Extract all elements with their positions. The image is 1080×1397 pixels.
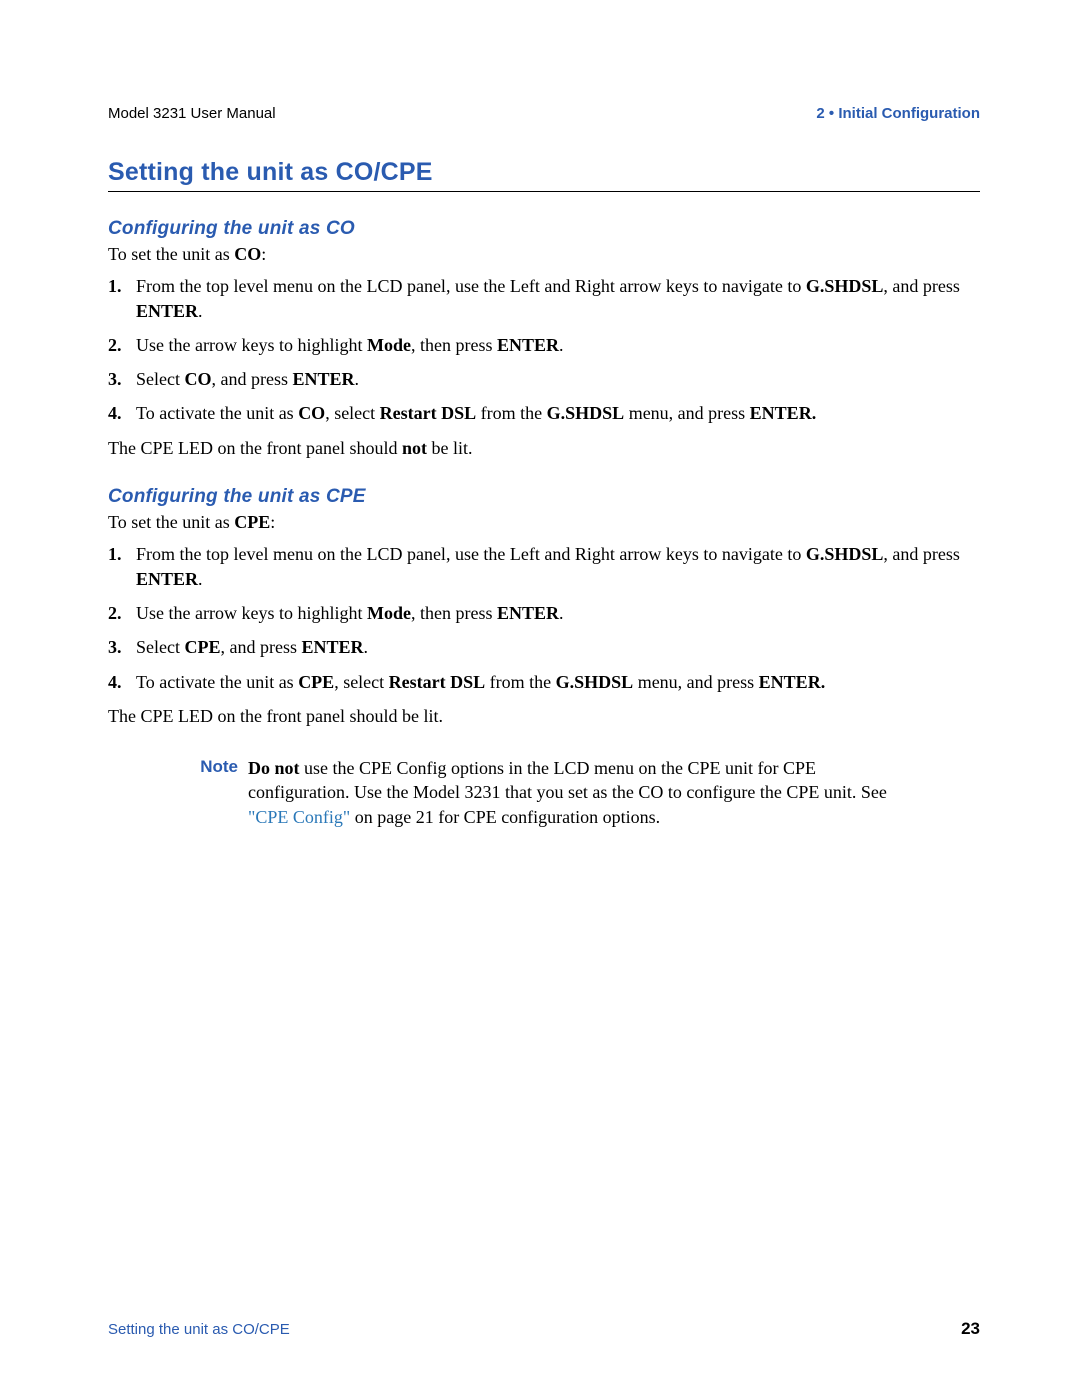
text: . [559, 335, 564, 355]
list-item: From the top level menu on the LCD panel… [108, 542, 980, 591]
text-bold: CPE [234, 512, 270, 532]
text: from the [485, 672, 555, 692]
text-bold: ENTER [292, 369, 354, 389]
header-right: 2 • Initial Configuration [816, 105, 980, 122]
footer-left: Setting the unit as CO/CPE [108, 1321, 290, 1338]
text-bold: Mode [367, 335, 411, 355]
text: To activate the unit as [136, 403, 298, 423]
text-bold: Restart DSL [389, 672, 486, 692]
list-item: Use the arrow keys to highlight Mode, th… [108, 333, 980, 357]
text-bold: CO [184, 369, 211, 389]
list-item: Select CO, and press ENTER. [108, 367, 980, 391]
text-bold: G.SHDSL [547, 403, 625, 423]
text: on page 21 for CPE configuration options… [350, 807, 660, 827]
note-label: Note [178, 756, 248, 829]
text: menu, and press [624, 403, 749, 423]
text: . [559, 603, 564, 623]
text-bold: ENTER [301, 637, 363, 657]
after-co: The CPE LED on the front panel should no… [108, 436, 980, 460]
page-number: 23 [961, 1319, 980, 1339]
text-bold: Restart DSL [380, 403, 477, 423]
text-bold: Do not [248, 758, 300, 778]
text: use the CPE Config options in the LCD me… [248, 758, 887, 802]
text: Use the arrow keys to highlight [136, 335, 367, 355]
text-bold: Mode [367, 603, 411, 623]
text: Use the arrow keys to highlight [136, 603, 367, 623]
list-item: To activate the unit as CPE, select Rest… [108, 670, 980, 694]
after-cpe: The CPE LED on the front panel should be… [108, 704, 980, 728]
list-item: Use the arrow keys to highlight Mode, th… [108, 601, 980, 625]
text-bold: CO [234, 244, 261, 264]
text: , then press [411, 603, 497, 623]
text: : [261, 244, 266, 264]
text: From the top level menu on the LCD panel… [136, 276, 806, 296]
text: Select [136, 369, 184, 389]
text-bold: ENTER [136, 301, 198, 321]
text: . [198, 569, 203, 589]
steps-co: From the top level menu on the LCD panel… [108, 274, 980, 425]
text-bold: ENTER. [750, 403, 817, 423]
intro-cpe: To set the unit as CPE: [108, 510, 980, 534]
text-bold: not [402, 438, 427, 458]
intro-co: To set the unit as CO: [108, 242, 980, 266]
list-item: Select CPE, and press ENTER. [108, 635, 980, 659]
text: Select [136, 637, 184, 657]
text: The CPE LED on the front panel should [108, 438, 402, 458]
page-footer: Setting the unit as CO/CPE 23 [108, 1319, 980, 1339]
text-bold: ENTER [497, 603, 559, 623]
text: . [354, 369, 359, 389]
text: , select [334, 672, 388, 692]
page-header: Model 3231 User Manual 2 • Initial Confi… [108, 105, 980, 122]
text-bold: CO [298, 403, 325, 423]
text-bold: ENTER [497, 335, 559, 355]
text: To activate the unit as [136, 672, 298, 692]
text: , and press [883, 544, 959, 564]
main-heading: Setting the unit as CO/CPE [108, 158, 980, 192]
text: from the [476, 403, 546, 423]
text: , select [325, 403, 379, 423]
text-bold: G.SHDSL [806, 544, 884, 564]
text-bold: CPE [184, 637, 220, 657]
list-item: From the top level menu on the LCD panel… [108, 274, 980, 323]
text-bold: CPE [298, 672, 334, 692]
text: menu, and press [633, 672, 758, 692]
text: . [363, 637, 368, 657]
list-item: To activate the unit as CO, select Resta… [108, 401, 980, 425]
text: , and press [220, 637, 301, 657]
text-bold: G.SHDSL [806, 276, 884, 296]
page: Model 3231 User Manual 2 • Initial Confi… [0, 0, 1080, 1397]
cross-ref-link[interactable]: "CPE Config" [248, 807, 350, 827]
text-bold: G.SHDSL [556, 672, 634, 692]
note-block: Note Do not use the CPE Config options i… [178, 756, 980, 829]
text: To set the unit as [108, 512, 234, 532]
text-bold: ENTER [136, 569, 198, 589]
text: be lit. [427, 438, 473, 458]
text: , and press [211, 369, 292, 389]
subheading-cpe: Configuring the unit as CPE [108, 486, 980, 508]
text: To set the unit as [108, 244, 234, 264]
steps-cpe: From the top level menu on the LCD panel… [108, 542, 980, 693]
text-bold: ENTER. [759, 672, 826, 692]
header-left: Model 3231 User Manual [108, 105, 276, 122]
text: : [270, 512, 275, 532]
note-body: Do not use the CPE Config options in the… [248, 756, 908, 829]
subheading-co: Configuring the unit as CO [108, 218, 980, 240]
text: . [198, 301, 203, 321]
text: , then press [411, 335, 497, 355]
text: , and press [883, 276, 959, 296]
text: From the top level menu on the LCD panel… [136, 544, 806, 564]
